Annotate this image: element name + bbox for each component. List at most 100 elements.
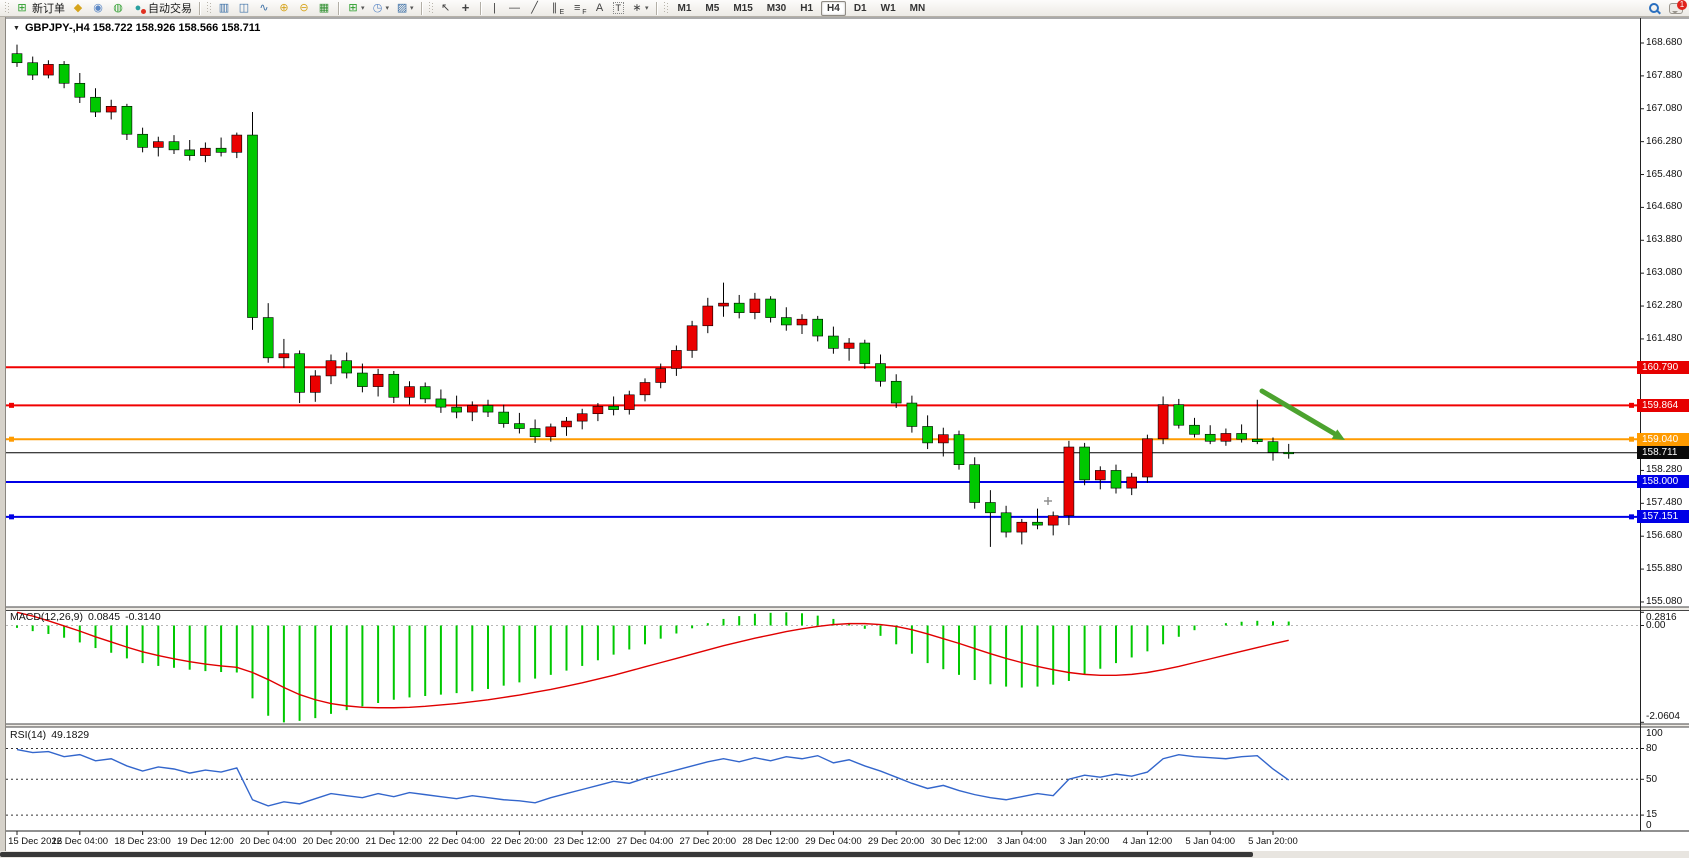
hline-handle bbox=[9, 514, 14, 519]
hline-handle bbox=[1629, 437, 1634, 442]
candle-body bbox=[781, 318, 791, 325]
toolbar-separator bbox=[338, 2, 339, 15]
chart-background bbox=[6, 18, 1689, 831]
signal-icon: ◍ bbox=[111, 1, 125, 15]
arrows-tool[interactable]: ∗ ▾ bbox=[627, 1, 652, 16]
cursor-tool-button[interactable]: ↖ bbox=[436, 1, 456, 16]
timeframe-m15[interactable]: M15 bbox=[727, 1, 758, 16]
toolbar-grip[interactable] bbox=[664, 2, 668, 14]
zoom-out-icon: ⊖ bbox=[297, 1, 311, 15]
timeframe-d1[interactable]: D1 bbox=[848, 1, 873, 16]
candle-body bbox=[546, 427, 556, 437]
horizontal-scrollbar[interactable] bbox=[0, 851, 1689, 858]
scrollbar-thumb[interactable] bbox=[0, 852, 1253, 857]
text-label-tool[interactable]: T bbox=[610, 1, 628, 16]
timeframe-h1[interactable]: H1 bbox=[794, 1, 819, 16]
auto-trading-button[interactable]: ● 自动交易 bbox=[128, 1, 195, 16]
channel-icon-sub: E bbox=[560, 9, 565, 16]
candle-body bbox=[28, 63, 38, 75]
candle-body bbox=[703, 306, 713, 326]
chat-icon[interactable]: 1 bbox=[1669, 3, 1683, 14]
line-chart-icon: ∿ bbox=[257, 1, 271, 15]
candle-body bbox=[624, 395, 634, 410]
candle-body bbox=[1190, 425, 1200, 434]
cursor-icon: ↖ bbox=[439, 1, 453, 15]
mql-community-button[interactable]: ◆ bbox=[68, 1, 88, 16]
candle-chart-button[interactable]: ◫ bbox=[234, 1, 254, 16]
candle-body bbox=[1048, 516, 1058, 525]
candle-body bbox=[232, 135, 242, 152]
text-tool[interactable]: A bbox=[590, 1, 610, 16]
candle-body bbox=[59, 64, 69, 83]
candle-body bbox=[169, 142, 179, 150]
timeframe-mn[interactable]: MN bbox=[904, 1, 932, 16]
candle-body bbox=[828, 336, 838, 348]
new-order-button[interactable]: ⊞ 新订单 bbox=[12, 1, 68, 16]
timeframe-w1[interactable]: W1 bbox=[875, 1, 902, 16]
candle-body bbox=[923, 426, 933, 442]
candle-body bbox=[467, 406, 477, 413]
candle-body bbox=[12, 54, 22, 63]
chart-canvas[interactable] bbox=[0, 0, 1689, 858]
crosshair-tool-button[interactable]: + bbox=[456, 1, 476, 16]
candle-body bbox=[1158, 405, 1168, 439]
line-chart-button[interactable]: ∿ bbox=[254, 1, 274, 16]
toolbar-grip[interactable] bbox=[207, 2, 211, 14]
horizontal-line-tool[interactable]: — bbox=[505, 1, 525, 16]
candle-body bbox=[1284, 452, 1294, 454]
candle-body bbox=[860, 343, 870, 364]
fibonacci-tool[interactable]: ≡ F bbox=[567, 1, 589, 16]
timeframe-m1[interactable]: M1 bbox=[672, 1, 698, 16]
tile-windows-button[interactable]: ▦ bbox=[314, 1, 334, 16]
candle-body bbox=[342, 361, 352, 373]
mql-diamond-icon: ◆ bbox=[71, 1, 85, 15]
candle-body bbox=[1127, 477, 1137, 488]
candle-body bbox=[1111, 470, 1121, 488]
timeframe-h4[interactable]: H4 bbox=[821, 1, 846, 16]
candle-body bbox=[389, 374, 399, 397]
bar-chart-button[interactable]: ▥ bbox=[214, 1, 234, 16]
candle-body bbox=[750, 299, 760, 313]
hline-handle bbox=[9, 437, 14, 442]
toolbar-grip[interactable] bbox=[5, 2, 9, 14]
search-icon[interactable] bbox=[1649, 3, 1659, 13]
text-icon: A bbox=[593, 1, 607, 15]
candle-body bbox=[1205, 434, 1215, 441]
auto-trading-label: 自动交易 bbox=[148, 0, 192, 16]
zoom-in-button[interactable]: ⊕ bbox=[274, 1, 294, 16]
timeframe-m30[interactable]: M30 bbox=[761, 1, 792, 16]
trendline-tool[interactable]: ╱ bbox=[525, 1, 545, 16]
candle-body bbox=[797, 319, 807, 325]
candle-body bbox=[656, 369, 666, 383]
candle-body bbox=[263, 318, 273, 358]
indicators-button[interactable]: ⊞ ▾ bbox=[343, 1, 368, 16]
candle-body bbox=[200, 148, 210, 155]
candle-body bbox=[1017, 522, 1027, 532]
equidistant-channel-tool[interactable]: ∥ E bbox=[545, 1, 568, 16]
window-left-edge bbox=[0, 17, 6, 858]
vertical-line-tool[interactable]: | bbox=[485, 1, 505, 16]
candle-body bbox=[577, 414, 587, 421]
template-icon: ▨ bbox=[395, 1, 409, 15]
toolbar-grip[interactable] bbox=[429, 2, 433, 14]
vertical-line-icon: | bbox=[488, 1, 502, 15]
candle-body bbox=[1080, 447, 1090, 480]
periods-button[interactable]: ◷ ▾ bbox=[368, 1, 393, 16]
candle-body bbox=[405, 387, 415, 398]
zoom-in-icon: ⊕ bbox=[277, 1, 291, 15]
candle-body bbox=[1033, 522, 1043, 525]
signals-button[interactable]: ◍ bbox=[108, 1, 128, 16]
timeframe-m5[interactable]: M5 bbox=[699, 1, 725, 16]
candle-body bbox=[91, 97, 101, 112]
templates-button[interactable]: ▨ ▾ bbox=[392, 1, 417, 16]
zoom-out-button[interactable]: ⊖ bbox=[294, 1, 314, 16]
candle-body bbox=[185, 150, 195, 156]
candle-body bbox=[687, 326, 697, 351]
candle-body bbox=[514, 424, 524, 429]
tile-windows-icon: ▦ bbox=[317, 1, 331, 15]
candle-body bbox=[1174, 405, 1184, 426]
profile-icon: ◉ bbox=[91, 1, 105, 15]
profile-button[interactable]: ◉ bbox=[88, 1, 108, 16]
toolbar-separator bbox=[421, 2, 422, 15]
main-toolbar: ⊞ 新订单 ◆ ◉ ◍ ● 自动交易 ▥ ◫ ∿ ⊕ ⊖ ▦ bbox=[0, 0, 1689, 17]
